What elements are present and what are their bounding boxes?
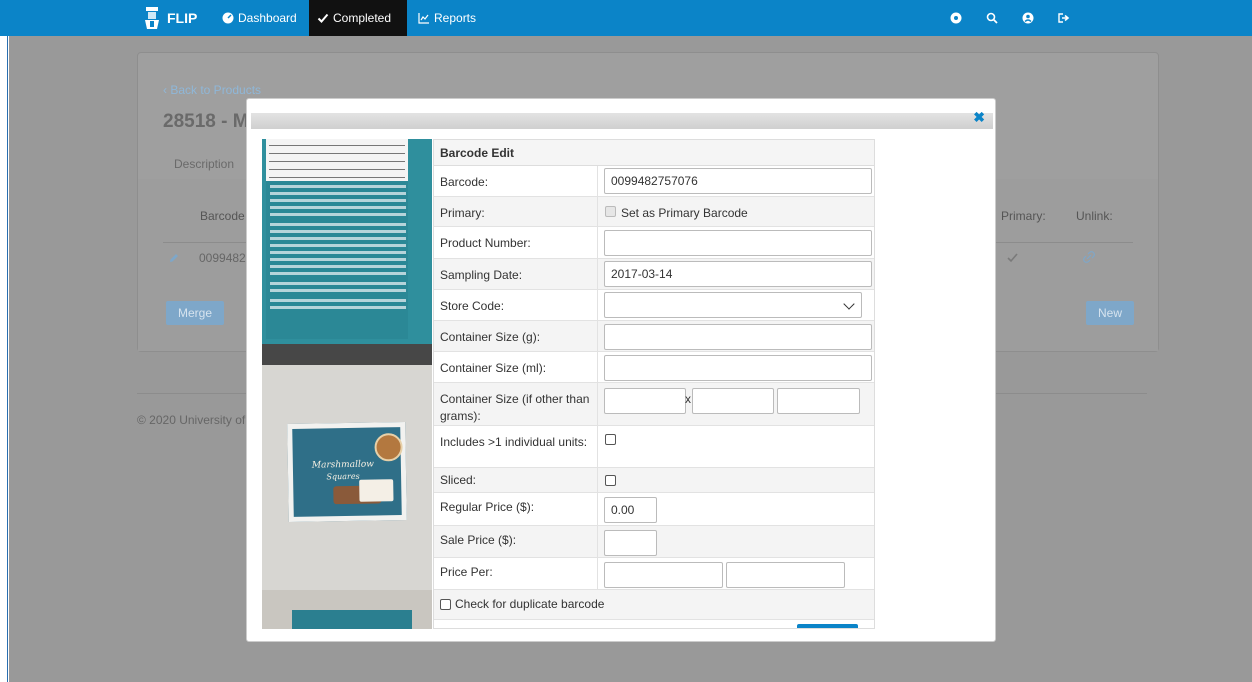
- flip-logo-icon: [145, 7, 159, 29]
- container-other-unit-input[interactable]: [777, 388, 860, 414]
- container-g-label: Container Size (g):: [440, 330, 541, 344]
- photo-ingredients-panel: [262, 139, 432, 365]
- back-to-products-link[interactable]: ‹ Back to Products: [163, 83, 261, 97]
- col-primary-header: Primary:: [1001, 209, 1046, 223]
- merge-button[interactable]: Merge: [166, 301, 225, 325]
- barcode-edit-modal: ✖ Marshmallow Squares Barcode Edit Barco…: [246, 98, 996, 642]
- price-per-label: Price Per:: [440, 565, 493, 579]
- barcode-input[interactable]: 0099482757076: [604, 168, 872, 194]
- sampling-date-input[interactable]: 2017-03-14: [604, 261, 872, 287]
- form-title: Barcode Edit: [434, 140, 874, 166]
- regular-price-label: Regular Price ($):: [440, 500, 535, 514]
- barcode-label: Barcode:: [440, 175, 489, 189]
- left-edge: [0, 36, 8, 682]
- row-sliced: Sliced:: [434, 468, 874, 493]
- container-other-input-2[interactable]: [692, 388, 774, 414]
- primary-label: Primary:: [440, 206, 485, 220]
- nav-completed-label: Completed: [333, 11, 392, 25]
- container-ml-label: Container Size (ml):: [440, 361, 547, 375]
- new-button[interactable]: New: [1086, 301, 1135, 325]
- row-store-code: Store Code:: [434, 290, 874, 321]
- row-sale-price: Sale Price ($):: [434, 526, 874, 558]
- user-icon[interactable]: [1021, 11, 1035, 25]
- sliced-checkbox[interactable]: [605, 475, 616, 486]
- includes-units-label: Includes >1 individual units:: [440, 435, 588, 449]
- dashboard-icon: [222, 12, 234, 24]
- duplicate-check-checkbox[interactable]: [440, 599, 451, 610]
- line-chart-icon: [418, 13, 429, 24]
- sliced-label: Sliced:: [440, 473, 477, 487]
- row-price-per: Price Per:: [434, 558, 874, 590]
- brand-label: FLIP: [167, 10, 198, 26]
- includes-units-checkbox[interactable]: [605, 434, 616, 445]
- duplicate-check-label: Check for duplicate barcode: [455, 597, 605, 611]
- container-g-input[interactable]: [604, 324, 872, 350]
- row-container-g: Container Size (g):: [434, 321, 874, 352]
- nav-completed[interactable]: Completed: [309, 0, 407, 36]
- product-title: 28518 - M: [163, 111, 249, 132]
- primary-check-icon: [1007, 253, 1018, 263]
- row-duplicate-check: Check for duplicate barcode: [434, 590, 874, 620]
- sampling-date-label: Sampling Date:: [440, 268, 523, 282]
- modal-header-bar: [251, 113, 993, 129]
- row-product-number: Product Number:: [434, 227, 874, 259]
- nav-icons: [949, 0, 1071, 36]
- tab-description[interactable]: Description: [174, 157, 234, 171]
- photo-next-panel: [262, 590, 432, 629]
- nav-reports-label: Reports: [434, 11, 477, 25]
- table-row-barcode: 00994821: [199, 251, 253, 265]
- submit-button[interactable]: [797, 624, 858, 628]
- container-ml-input[interactable]: [604, 355, 872, 381]
- sale-price-label: Sale Price ($):: [440, 533, 517, 547]
- store-code-select[interactable]: [604, 292, 862, 318]
- brand[interactable]: FLIP: [143, 6, 197, 30]
- row-container-other: Container Size (if other than grams): x: [434, 383, 874, 426]
- check-icon: [317, 13, 329, 23]
- regular-price-input[interactable]: 0.00: [604, 497, 657, 523]
- photo-package-front: Marshmallow Squares: [262, 365, 432, 590]
- nutrition-table-image: [266, 139, 408, 181]
- nav-dashboard[interactable]: Dashboard: [214, 0, 305, 36]
- container-other-input-1[interactable]: [604, 388, 686, 414]
- help-circle-icon[interactable]: [949, 11, 963, 25]
- price-per-input-2[interactable]: [726, 562, 845, 588]
- row-regular-price: Regular Price ($): 0.00: [434, 493, 874, 526]
- top-navbar: FLIP Dashboard Completed Reports: [0, 0, 1252, 36]
- sign-out-icon[interactable]: [1057, 11, 1071, 25]
- unlink-icon[interactable]: [1083, 251, 1095, 263]
- nav-reports[interactable]: Reports: [410, 0, 484, 36]
- product-number-label: Product Number:: [440, 236, 531, 250]
- row-container-ml: Container Size (ml):: [434, 352, 874, 383]
- store-code-label: Store Code:: [440, 299, 505, 313]
- product-box-image: Marshmallow Squares: [287, 421, 407, 523]
- barcode-edit-form: Barcode Edit Barcode: 0099482757076 Prim…: [433, 139, 875, 629]
- row-barcode: Barcode: 0099482757076: [434, 166, 874, 197]
- close-icon[interactable]: ✖: [973, 109, 985, 126]
- product-number-input[interactable]: [604, 230, 872, 256]
- row-sampling-date: Sampling Date: 2017-03-14: [434, 259, 874, 290]
- sale-price-input[interactable]: [604, 530, 657, 556]
- primary-checkbox[interactable]: [605, 206, 616, 217]
- col-barcode-header: Barcode: [200, 209, 245, 223]
- nav-dashboard-label: Dashboard: [238, 11, 297, 25]
- pencil-icon[interactable]: [168, 252, 180, 264]
- col-unlink-header: Unlink:: [1076, 209, 1113, 223]
- row-primary: Primary: Set as Primary Barcode: [434, 197, 874, 227]
- footer-copyright: © 2020 University of: [137, 413, 246, 427]
- chevron-down-icon: [843, 298, 855, 310]
- container-other-label: Container Size (if other than grams):: [440, 392, 590, 423]
- price-per-input-1[interactable]: [604, 562, 723, 588]
- search-icon[interactable]: [985, 11, 999, 25]
- row-includes-units: Includes >1 individual units:: [434, 426, 874, 468]
- product-photo: Marshmallow Squares: [262, 139, 432, 629]
- primary-checkbox-label: Set as Primary Barcode: [621, 206, 748, 220]
